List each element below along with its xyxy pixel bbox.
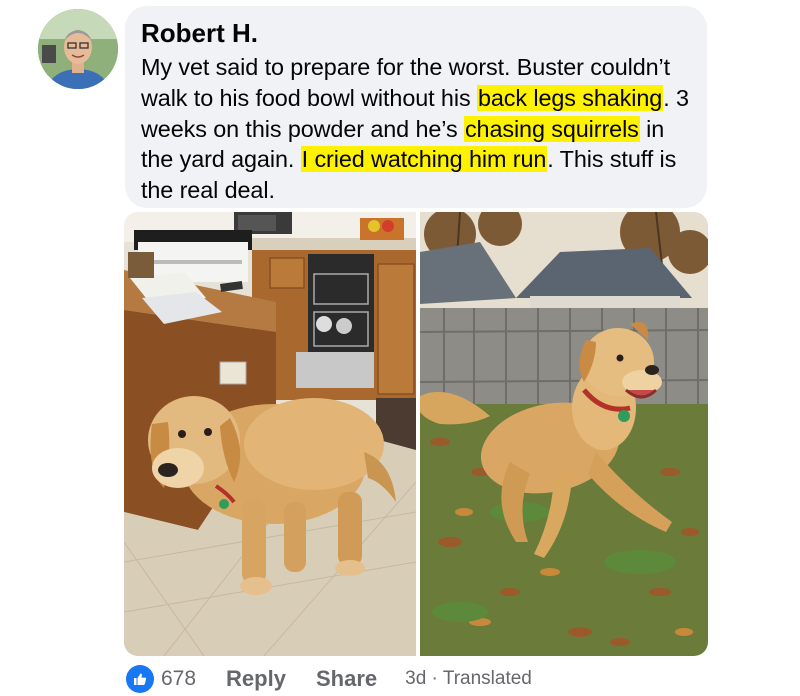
avatar[interactable] [38, 9, 118, 89]
comment-timestamp[interactable]: 3d [405, 668, 426, 689]
comment-meta: 3d · Translated [405, 668, 532, 690]
highlighted-phrase: back legs shaking [476, 84, 664, 111]
thumbs-up-icon[interactable] [126, 665, 154, 693]
like-count[interactable]: 678 [161, 667, 196, 691]
comment-text: My vet said to prepare for the worst. Bu… [141, 52, 691, 206]
comment-thread: Robert H. My vet said to prepare for the… [0, 0, 800, 696]
highlighted-phrase: chasing squirrels [463, 115, 640, 142]
reply-button[interactable]: Reply [226, 666, 286, 692]
comment-photos [124, 212, 708, 656]
before-photo[interactable] [124, 212, 416, 656]
after-photo[interactable] [420, 212, 708, 656]
highlighted-phrase: I cried watching him run [300, 146, 548, 173]
comment-bubble: Robert H. My vet said to prepare for the… [125, 6, 707, 208]
translated-label[interactable]: Translated [443, 668, 532, 689]
comment-author[interactable]: Robert H. [141, 16, 691, 50]
share-button[interactable]: Share [316, 666, 377, 692]
meta-separator: · [431, 668, 438, 689]
comment-actions: 678 Reply Share 3d · Translated [126, 664, 532, 694]
